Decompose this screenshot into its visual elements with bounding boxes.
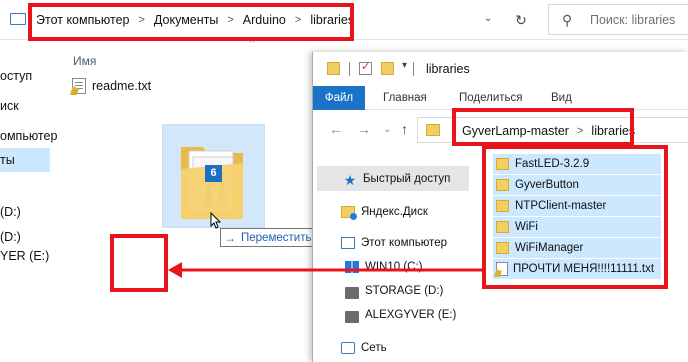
back-sidebar: оступ иск омпьютер ты (D:) (D:) YER (E:) — [0, 40, 60, 362]
list-item[interactable]: FastLED-3.2.9 — [493, 154, 661, 174]
nav-item-label: Быстрый доступ — [363, 172, 451, 185]
column-header-name[interactable]: Имя — [73, 54, 96, 68]
file-name: FastLED-3.2.9 — [515, 158, 590, 170]
nav-item-label: ALEXGYVER (E:) — [365, 308, 457, 321]
navigation-bar: ← → ⌄ ↑ GyverLamp-master > libraries — [313, 110, 688, 150]
chevron-right-icon[interactable]: > — [227, 14, 233, 26]
properties-icon[interactable] — [359, 60, 372, 75]
up-arrow-icon[interactable]: ↑ — [401, 121, 408, 137]
front-breadcrumb: GyverLamp-master > libraries — [462, 124, 635, 138]
nav-item-yandex-disk[interactable]: Яндекс.Диск — [313, 199, 473, 224]
column-header-row: ^ Имя — [60, 38, 320, 68]
nav-item-label: Яндекс.Диск — [361, 205, 428, 218]
forward-arrow-icon[interactable]: → — [357, 121, 371, 137]
nav-item-label: Этот компьютер — [361, 236, 447, 249]
list-item[interactable]: WiFi — [493, 217, 661, 237]
file-name: NTPClient-master — [515, 200, 607, 212]
back-address-bar[interactable]: Этот компьютер > Документы > Arduino > l… — [0, 0, 688, 40]
file-name: readme.txt — [92, 79, 152, 93]
text-file-icon — [496, 262, 508, 276]
list-item[interactable]: ПРОЧТИ МЕНЯ!!!!11111.txt — [493, 259, 661, 279]
nav-item-label: Сеть — [361, 341, 387, 354]
folder-icon — [496, 158, 509, 170]
tab-file[interactable]: Файл — [313, 86, 365, 110]
file-name: WiFi — [515, 221, 538, 233]
search-placeholder: Поиск: libraries — [590, 13, 676, 27]
nav-item-label: STORAGE (D:) — [365, 284, 444, 297]
chevron-down-icon[interactable]: ⌄ — [484, 13, 492, 24]
list-item[interactable]: NTPClient-master — [493, 196, 661, 216]
drag-count-badge: 6 — [205, 165, 222, 182]
breadcrumb-item[interactable]: Arduino — [243, 13, 286, 27]
computer-icon — [341, 236, 355, 249]
arrow-right-icon: → — [224, 230, 236, 245]
file-name: ПРОЧТИ МЕНЯ!!!!11111.txt — [513, 263, 655, 275]
sidebar-item[interactable]: (D:) — [0, 200, 60, 224]
ribbon: Файл Главная Поделиться Вид — [313, 86, 688, 110]
file-item[interactable]: readme.txt — [72, 78, 151, 94]
tab-view[interactable]: Вид — [551, 86, 572, 110]
nav-item-network[interactable]: Сеть — [313, 335, 473, 360]
list-item[interactable]: GyverButton — [493, 175, 661, 195]
tab-share[interactable]: Поделиться — [459, 86, 523, 110]
annotation-arrow — [168, 262, 486, 278]
breadcrumb-item[interactable]: libraries — [591, 124, 635, 138]
front-address-bar[interactable]: GyverLamp-master > libraries — [417, 117, 688, 143]
back-breadcrumb: Этот компьютер > Документы > Arduino > l… — [36, 13, 354, 27]
chevron-right-icon[interactable]: > — [138, 14, 144, 26]
breadcrumb-item[interactable]: GyverLamp-master — [462, 124, 569, 138]
breadcrumb-item[interactable]: Этот компьютер — [36, 13, 129, 27]
list-item[interactable]: WiFiManager — [493, 238, 661, 258]
folder-icon — [496, 242, 509, 254]
drive-icon — [345, 286, 359, 299]
refresh-icon[interactable]: ↻ — [510, 9, 532, 31]
annotation-box-drop-target — [110, 234, 168, 292]
yandex-disk-icon — [341, 205, 357, 220]
sidebar-item[interactable]: иск — [0, 94, 60, 118]
file-name: WiFiManager — [515, 242, 584, 254]
folder-icon — [426, 124, 440, 136]
divider — [349, 62, 350, 76]
window-title: libraries — [426, 62, 470, 76]
folder-icon — [496, 200, 509, 212]
drive-icon — [345, 310, 359, 323]
text-file-icon — [72, 78, 86, 94]
sort-caret-icon: ^ — [250, 38, 255, 49]
file-list: FastLED-3.2.9 GyverButton NTPClient-mast… — [485, 150, 688, 290]
search-icon: ⚲ — [562, 12, 573, 28]
search-box[interactable]: ⚲ Поиск: libraries — [548, 4, 688, 35]
folder-icon — [327, 62, 340, 75]
network-icon — [341, 341, 355, 354]
sidebar-item[interactable]: омпьютер — [0, 124, 60, 148]
sidebar-item[interactable]: YER (E:) — [0, 244, 60, 268]
file-name: GyverButton — [515, 179, 579, 191]
chevron-down-icon[interactable]: ▾ — [402, 60, 407, 71]
tab-home[interactable]: Главная — [383, 86, 427, 110]
chevron-right-icon[interactable]: > — [577, 125, 583, 137]
divider — [413, 62, 414, 76]
nav-item-quick-access[interactable]: ★ Быстрый доступ — [317, 166, 469, 191]
nav-item-drive-e[interactable]: ALEXGYVER (E:) — [313, 302, 473, 327]
title-bar: ▾ libraries — [313, 52, 688, 86]
chevron-down-icon[interactable]: ⌄ — [383, 124, 391, 135]
computer-icon — [10, 13, 26, 25]
star-icon: ★ — [343, 171, 357, 188]
breadcrumb-item[interactable]: libraries — [310, 13, 354, 27]
new-folder-icon[interactable] — [381, 62, 394, 75]
front-explorer-window: ▾ libraries Файл Главная Поделиться Вид … — [312, 52, 688, 362]
sidebar-item[interactable]: ты — [0, 148, 50, 172]
sidebar-item[interactable]: оступ — [0, 64, 60, 88]
nav-item-this-pc[interactable]: Этот компьютер — [313, 230, 473, 255]
back-arrow-icon[interactable]: ← — [329, 121, 343, 137]
folder-icon — [496, 221, 509, 233]
folder-icon — [496, 179, 509, 191]
breadcrumb-item[interactable]: Документы — [154, 13, 218, 27]
chevron-right-icon[interactable]: > — [295, 14, 301, 26]
